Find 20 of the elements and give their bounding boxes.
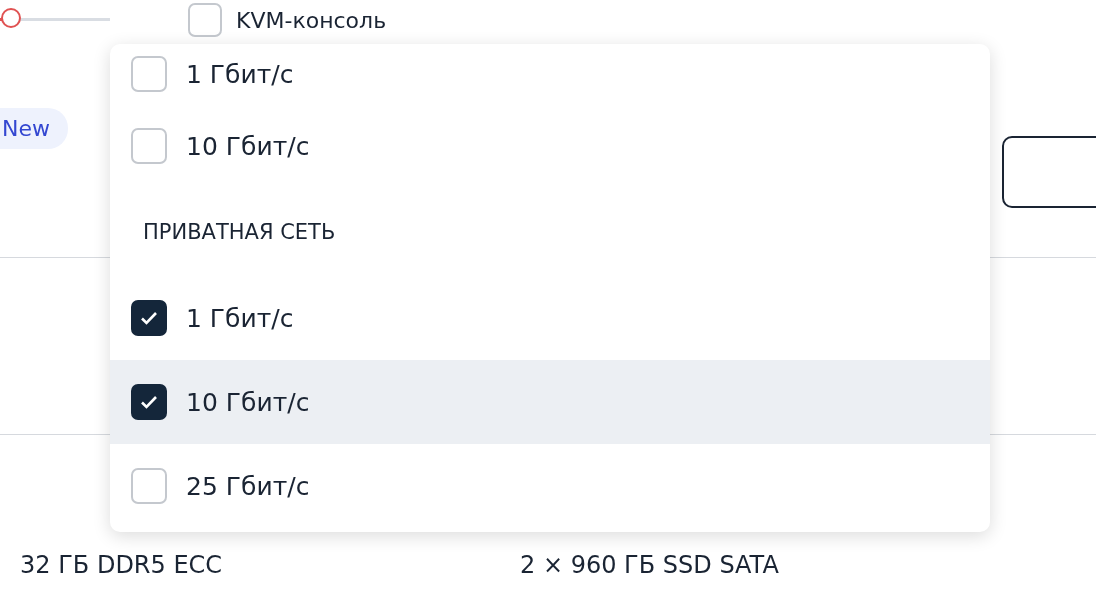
- kvm-label: KVM-консоль: [236, 7, 387, 33]
- option-row[interactable]: 10 Гбит/с: [110, 104, 990, 188]
- outlined-button[interactable]: [1002, 136, 1096, 208]
- slider-thumb[interactable]: [0, 8, 21, 28]
- option-label: 1 Гбит/с: [186, 303, 294, 333]
- option-row[interactable]: 10 Гбит/с: [110, 360, 990, 444]
- option-label: 25 Гбит/с: [186, 471, 310, 501]
- option-label: 1 Гбит/с: [186, 59, 294, 89]
- option-label: 10 Гбит/с: [186, 131, 310, 161]
- kvm-checkbox[interactable]: [188, 3, 222, 37]
- checkbox[interactable]: [131, 384, 167, 420]
- option-row[interactable]: 25 Гбит/с: [110, 444, 990, 528]
- checkbox[interactable]: [131, 300, 167, 336]
- group-header: ПРИВАТНАЯ СЕТЬ: [142, 219, 337, 246]
- spec-text: 32 ГБ DDR5 ECC: [20, 551, 224, 579]
- spec-text: 2 × 960 ГБ SSD SATA: [520, 551, 779, 579]
- option-row[interactable]: 1 Гбит/с: [110, 44, 990, 104]
- option-label: 10 Гбит/с: [186, 387, 310, 417]
- new-badge: New: [0, 108, 68, 149]
- option-row[interactable]: 1 Гбит/с: [110, 276, 990, 360]
